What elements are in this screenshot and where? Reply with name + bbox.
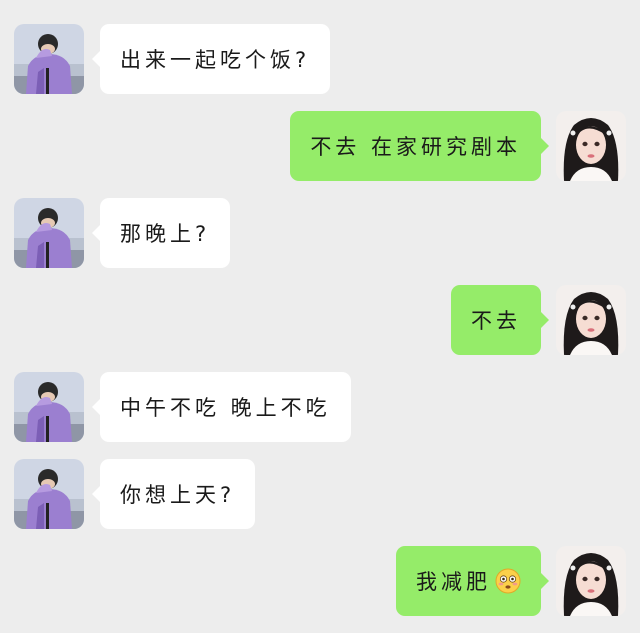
message-text: 我减肥 (416, 570, 491, 594)
friend-avatar[interactable] (14, 198, 84, 268)
message-text: 出来一起吃个饭? (120, 48, 311, 72)
message-text: 你想上天? (120, 483, 236, 507)
message-bubble[interactable]: 不去 在家研究剧本 (290, 111, 549, 181)
friend-avatar[interactable] (14, 372, 84, 442)
my-avatar[interactable] (556, 546, 626, 616)
message-bubble[interactable]: 出来一起吃个饭? (91, 24, 331, 94)
message-text: 不去 (471, 309, 521, 333)
flushed-face-emoji-icon (495, 568, 521, 594)
message-text: 那晚上? (120, 222, 211, 246)
message-text: 不去 在家研究剧本 (310, 135, 521, 159)
my-avatar[interactable] (556, 111, 626, 181)
message-bubble[interactable]: 不去 (451, 285, 549, 355)
friend-avatar[interactable] (14, 24, 84, 94)
chat-area: 出来一起吃个饭? 不去 在家研究剧本 那晚上? 不去 中午不吃 晚上不吃 你想上… (0, 0, 640, 633)
message-bubble[interactable]: 那晚上? (91, 198, 231, 268)
my-avatar[interactable] (556, 285, 626, 355)
message-bubble[interactable]: 你想上天? (91, 459, 256, 529)
message-text: 中午不吃 晚上不吃 (120, 396, 331, 420)
message-bubble[interactable]: 我减肥 (396, 546, 549, 616)
friend-avatar[interactable] (14, 459, 84, 529)
message-bubble[interactable]: 中午不吃 晚上不吃 (92, 372, 351, 442)
